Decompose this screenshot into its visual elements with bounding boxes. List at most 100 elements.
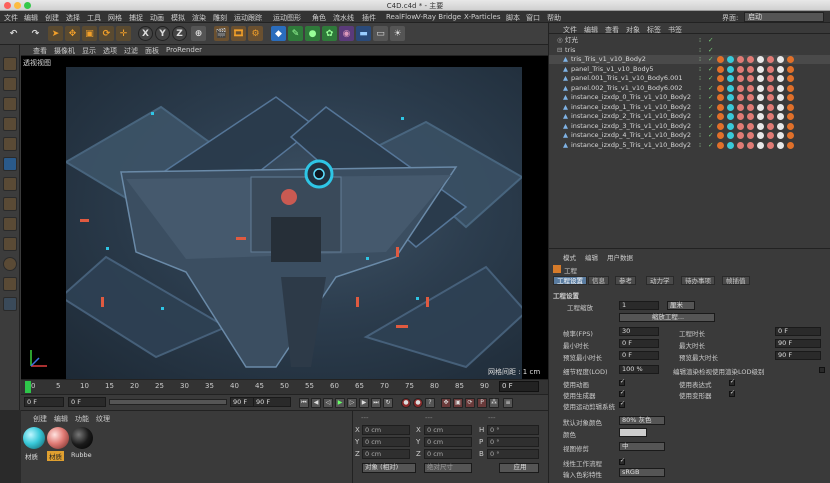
phong-tag-icon[interactable] [787, 56, 794, 63]
grid-icon[interactable] [3, 297, 17, 311]
enable-check-icon[interactable]: ✓ [708, 103, 713, 112]
object-row[interactable]: ▲ tris_Tris_v1_v10_Body2 ⁝ ✓ [549, 55, 830, 64]
object-name[interactable]: tris_Tris_v1_v10_Body2 [571, 55, 646, 64]
scale-unit-select[interactable]: 厘米 [667, 301, 695, 310]
attr-menu-userdata[interactable]: 用户数据 [607, 252, 633, 262]
material-tag-icon[interactable] [727, 122, 734, 130]
texture-tag-icon[interactable] [777, 113, 784, 120]
visibility-dots-icon[interactable]: ⁝ [699, 141, 701, 150]
material-tag-icon[interactable] [767, 141, 774, 149]
visibility-dots-icon[interactable]: ⁝ [699, 55, 701, 64]
tab-reference[interactable]: 参考 [615, 276, 636, 285]
menu-animate[interactable]: 动画 [150, 13, 164, 23]
menu-sculpt[interactable]: 雕刻 [213, 13, 227, 23]
menu-script[interactable]: 脚本 [506, 13, 520, 23]
object-row[interactable]: ◎ 灯光 ⁝ ✓ [549, 36, 830, 45]
material-tag-icon[interactable] [727, 75, 734, 82]
menu-character[interactable]: 角色 [312, 13, 326, 23]
lod-render-checkbox[interactable] [819, 367, 825, 373]
tab-todo[interactable]: 待办事项 [681, 276, 715, 285]
enable-check-icon[interactable]: ✓ [708, 112, 713, 121]
loop-icon[interactable]: ↻ [383, 398, 393, 408]
phong-tag-icon[interactable] [787, 84, 794, 92]
material-tag-icon[interactable] [737, 56, 744, 63]
color-swatch[interactable] [619, 428, 647, 437]
menu-help[interactable]: 帮助 [547, 13, 561, 23]
goto-end-icon[interactable]: ⏭ [371, 398, 381, 408]
phong-tag-icon[interactable] [787, 122, 794, 130]
polygons-mode-icon[interactable] [3, 177, 17, 191]
rotation-h-field[interactable]: 0 ° [487, 425, 539, 435]
texture-tag-icon[interactable] [757, 103, 764, 111]
texture-tag-icon[interactable] [757, 113, 764, 120]
scale-project-button[interactable]: 缩放工程... [619, 313, 715, 322]
material-tag-icon[interactable] [767, 94, 774, 101]
position-key-icon[interactable]: ✥ [441, 398, 451, 408]
scale-key-icon[interactable]: ▣ [453, 398, 463, 408]
material-tag-icon[interactable] [737, 132, 744, 139]
object-menu-edit[interactable]: 编辑 [584, 25, 598, 35]
menu-window[interactable]: 窗口 [526, 13, 540, 23]
axis-mode-icon[interactable] [3, 197, 17, 211]
texture-tag-icon[interactable] [777, 122, 784, 130]
object-name[interactable]: instance_izxdp_2_Tris_v1_v10_Body2 [571, 112, 691, 121]
preview-range-slider[interactable] [109, 399, 227, 405]
rotation-b-field[interactable]: 0 ° [487, 449, 539, 459]
material-tag-icon[interactable] [737, 141, 744, 149]
object-row[interactable]: ▲ instance_izxdp_2_Tris_v1_v10_Body2 ⁝ ✓ [549, 112, 830, 121]
phong-tag-icon[interactable] [717, 141, 724, 149]
phong-tag-icon[interactable] [787, 113, 794, 120]
select-arrow-icon[interactable]: ➤ [48, 26, 63, 41]
viewport-menu-prorender[interactable]: ProRender [166, 46, 202, 54]
texture-tag-icon[interactable] [777, 56, 784, 63]
recent-tool-icon[interactable]: ✛ [116, 26, 131, 41]
enable-check-icon[interactable]: ✓ [708, 131, 713, 140]
apply-button[interactable]: 应用 [499, 463, 539, 473]
coord-mode-select[interactable]: 对象 (相对) [362, 463, 416, 473]
material-swatch[interactable] [47, 427, 69, 449]
visibility-dots-icon[interactable]: ⁝ [699, 65, 701, 74]
texture-tag-icon[interactable] [777, 75, 784, 82]
enable-check-icon[interactable]: ✓ [708, 84, 713, 93]
material-tag-icon[interactable] [737, 94, 744, 101]
menu-select[interactable]: 选择 [66, 13, 80, 23]
menu-mograph[interactable]: 运动图形 [273, 13, 301, 23]
edges-mode-icon[interactable] [3, 157, 17, 171]
size-y-field[interactable]: 0 cm [424, 437, 472, 447]
object-row[interactable]: ▲ instance_izxdp_5_Tris_v1_v10_Body2 ⁝ ✓ [549, 141, 830, 150]
visibility-dots-icon[interactable]: ⁝ [699, 103, 701, 112]
tab-project-settings[interactable]: 工程设置 [553, 276, 587, 285]
render-view-icon[interactable]: 🎬 [214, 26, 229, 41]
phong-tag-icon[interactable] [787, 65, 794, 73]
object-name[interactable]: instance_izxdp_0_Tris_v1_v10_Body2 [571, 93, 691, 102]
material-tag-icon[interactable] [727, 141, 734, 149]
material-tag-icon[interactable] [747, 56, 754, 63]
object-menu-file[interactable]: 文件 [563, 25, 577, 35]
object-name[interactable]: instance_izxdp_5_Tris_v1_v10_Body2 [571, 141, 691, 150]
material-tag-icon[interactable] [727, 132, 734, 139]
use-deform-checkbox[interactable] [729, 389, 735, 397]
object-menu-bookmarks[interactable]: 书签 [668, 25, 682, 35]
material-tag-icon[interactable] [747, 122, 754, 130]
texture-tag-icon[interactable] [777, 141, 784, 149]
object-name[interactable]: instance_izxdp_3_Tris_v1_v10_Body2 [571, 122, 691, 131]
perspective-viewport[interactable]: 透视视图 网格间距 : 1 cm [21, 56, 548, 379]
timeline-ruler[interactable]: 0 5 10 15 20 25 30 35 40 45 50 55 60 65 … [21, 379, 548, 394]
texture-tag-icon[interactable] [777, 65, 784, 73]
phong-tag-icon[interactable] [717, 75, 724, 82]
position-y-field[interactable]: 0 cm [362, 437, 410, 447]
make-editable-icon[interactable] [3, 57, 17, 71]
texture-tag-icon[interactable] [777, 94, 784, 101]
render-settings-icon[interactable]: ⚙ [248, 26, 263, 41]
material-tag-icon[interactable] [767, 113, 774, 120]
coordinate-system-icon[interactable]: ⊕ [191, 26, 206, 41]
texture-tag-icon[interactable] [757, 65, 764, 73]
tab-info[interactable]: 信息 [588, 276, 609, 285]
viewport-menu-view[interactable]: 查看 [33, 46, 47, 56]
current-frame-field[interactable]: 0 F [499, 381, 539, 392]
material-tag-icon[interactable] [767, 122, 774, 130]
array-icon[interactable]: ✿ [322, 26, 337, 41]
phong-tag-icon[interactable] [717, 113, 724, 120]
object-row[interactable]: ⊟ tris ⁝ ✓ [549, 46, 830, 55]
points-mode-icon[interactable] [3, 137, 17, 151]
